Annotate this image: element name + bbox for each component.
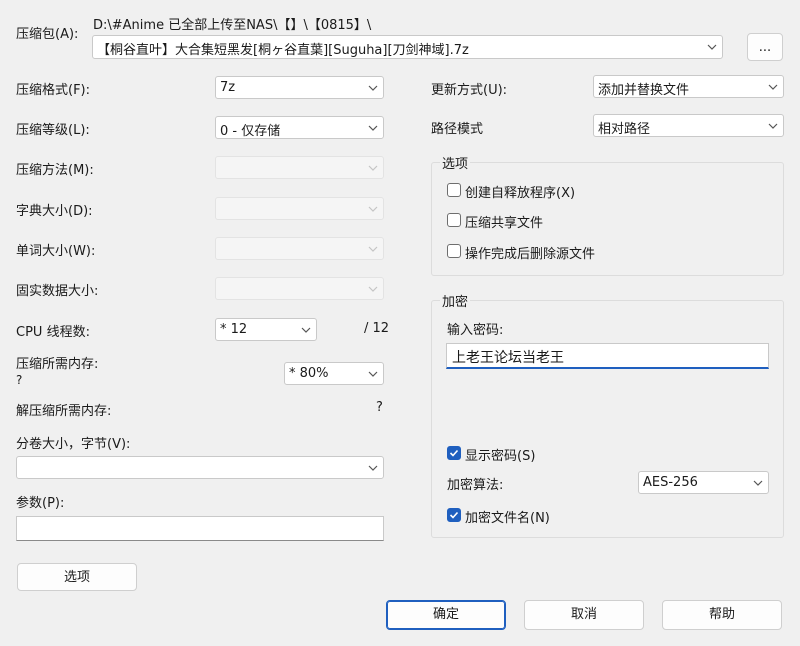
threads-value: * 12: [220, 322, 248, 337]
encrypt-names-label[interactable]: 加密文件名(N): [465, 507, 550, 526]
chevron-down-icon: [368, 125, 378, 131]
show-password-checkbox[interactable]: [447, 446, 461, 460]
threads-label: CPU 线程数:: [16, 325, 90, 340]
params-label: 参数(P):: [16, 496, 65, 511]
chevron-down-icon: [768, 123, 778, 129]
word-combo: [215, 237, 384, 260]
chevron-down-icon: [301, 327, 311, 333]
format-label: 压缩格式(F):: [16, 83, 91, 98]
solid-combo: [215, 277, 384, 300]
method-combo: [215, 156, 384, 179]
shared-label[interactable]: 压缩共享文件: [465, 212, 543, 231]
chevron-down-icon: [368, 246, 378, 252]
update-combo[interactable]: 添加并替换文件: [593, 75, 784, 98]
chevron-down-icon: [368, 286, 378, 292]
password-input[interactable]: 上老王论坛当老王: [446, 343, 769, 369]
chevron-down-icon: [707, 44, 717, 50]
method-label: 压缩方法(M):: [16, 163, 94, 178]
delete-source-checkbox[interactable]: [447, 244, 461, 258]
sfx-label[interactable]: 创建自释放程序(X): [465, 182, 575, 201]
memory-unknown: ?: [16, 373, 23, 387]
archive-name-combo[interactable]: 【桐谷直叶】大合集短黑发[桐ヶ谷直葉][Suguha][刀剑神域].7z: [92, 35, 723, 59]
threads-max: / 12: [364, 321, 390, 336]
encrypt-method-value: AES-256: [643, 475, 698, 490]
level-value: 0 - 仅存储: [220, 124, 281, 139]
chevron-down-icon: [368, 85, 378, 91]
chevron-down-icon: [368, 465, 378, 471]
archive-path: D:\#Anime 已全部上传至NAS\【】\【0815】\: [93, 18, 372, 33]
archive-label: 压缩包(A):: [16, 27, 79, 42]
dict-label: 字典大小(D):: [16, 204, 93, 219]
word-label: 单词大小(W):: [16, 244, 96, 259]
archive-name-value: 【桐谷直叶】大合集短黑发[桐ヶ谷直葉][Suguha][刀剑神域].7z: [97, 43, 469, 58]
delete-source-label[interactable]: 操作完成后删除源文件: [465, 243, 595, 262]
chevron-down-icon: [768, 84, 778, 90]
format-combo[interactable]: 7z: [215, 76, 384, 99]
help-button[interactable]: 帮助: [662, 600, 782, 630]
browse-button[interactable]: ...: [747, 33, 783, 61]
threads-combo[interactable]: * 12: [215, 318, 317, 341]
options-button[interactable]: 选项: [17, 563, 137, 591]
volume-combo[interactable]: [16, 456, 384, 479]
encrypt-method-label: 加密算法:: [447, 478, 504, 493]
encrypt-names-checkbox[interactable]: [447, 508, 461, 522]
params-input[interactable]: [16, 516, 384, 541]
volume-label: 分卷大小，字节(V):: [16, 437, 131, 452]
encrypt-group-title: 加密: [440, 291, 471, 310]
chevron-down-icon: [753, 480, 763, 486]
chevron-down-icon: [368, 165, 378, 171]
solid-label: 固实数据大小:: [16, 284, 99, 299]
memory-combo[interactable]: * 80%: [284, 362, 384, 385]
password-value: 上老王论坛当老王: [452, 350, 564, 366]
decomp-label: 解压缩所需内存:: [16, 404, 112, 419]
decomp-value: ?: [376, 400, 383, 415]
pathmode-combo[interactable]: 相对路径: [593, 114, 784, 137]
shared-checkbox[interactable]: [447, 213, 461, 227]
checkmark-icon: [449, 449, 459, 457]
encrypt-method-combo[interactable]: AES-256: [638, 471, 769, 494]
level-combo[interactable]: 0 - 仅存储: [215, 116, 384, 139]
password-label: 输入密码:: [447, 323, 504, 338]
chevron-down-icon: [368, 371, 378, 377]
memory-value: * 80%: [289, 366, 329, 381]
ok-button[interactable]: 确定: [386, 600, 506, 630]
update-label: 更新方式(U):: [431, 83, 508, 98]
level-label: 压缩等级(L):: [16, 123, 90, 138]
show-password-label[interactable]: 显示密码(S): [465, 445, 535, 464]
cancel-button[interactable]: 取消: [524, 600, 644, 630]
dict-combo: [215, 197, 384, 220]
options-group-title: 选项: [440, 153, 471, 172]
memory-label: 压缩所需内存:: [16, 357, 99, 372]
pathmode-value: 相对路径: [598, 122, 651, 137]
checkmark-icon: [449, 511, 459, 519]
pathmode-label: 路径模式: [431, 122, 484, 137]
format-value: 7z: [220, 80, 236, 95]
sfx-checkbox[interactable]: [447, 183, 461, 197]
update-value: 添加并替换文件: [598, 83, 690, 98]
chevron-down-icon: [368, 206, 378, 212]
